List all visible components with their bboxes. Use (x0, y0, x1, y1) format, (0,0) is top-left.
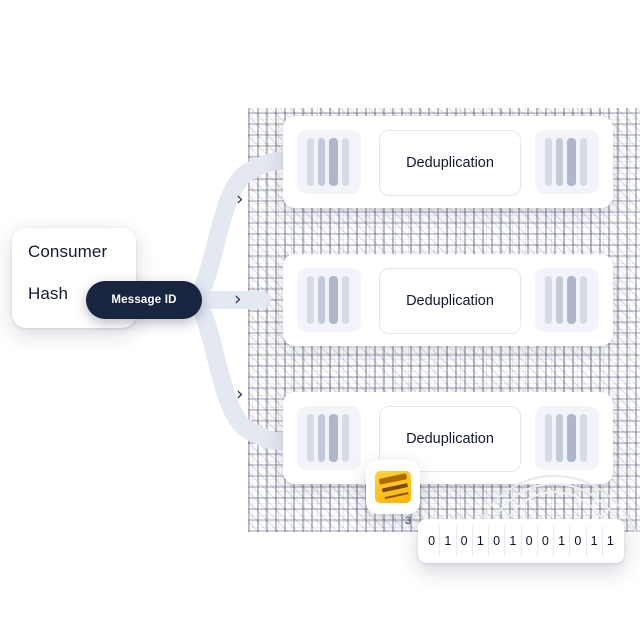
stack-icon (375, 471, 411, 503)
chevron-right-icon-bottom: › (236, 383, 244, 405)
diagram-canvas: Consumer Hash Message ID › › › Deduplica… (0, 0, 640, 636)
binary-bit: 1 (606, 534, 614, 548)
bars-icon-right-1 (535, 130, 599, 194)
binary-bit: 0 (424, 526, 441, 556)
binary-bit: 1 (440, 526, 457, 556)
deduplication-row-3[interactable]: Deduplication (283, 392, 613, 484)
binary-bit: 1 (554, 526, 571, 556)
binary-bit: 1 (587, 526, 603, 556)
deduplication-row-2[interactable]: Deduplication (283, 254, 613, 346)
bars-icon-left-2 (297, 268, 361, 332)
binary-bit: 0 (522, 526, 538, 556)
message-id-pill[interactable]: Message ID (86, 281, 202, 319)
yellow-stack-badge[interactable] (366, 460, 420, 514)
chevron-right-icon-top: › (236, 188, 244, 210)
deduplication-row-1[interactable]: Deduplication (283, 116, 613, 208)
consumer-title: Consumer (28, 242, 108, 261)
bars-icon-right-2 (535, 268, 599, 332)
chevron-right-icon-middle: › (234, 288, 242, 310)
binary-bit: 1 (473, 526, 489, 556)
stray-number-label: 3 (405, 515, 412, 527)
binary-bit: 1 (505, 526, 522, 556)
binary-bit: 0 (570, 526, 587, 556)
binary-bit: 0 (457, 526, 473, 556)
bars-icon-left-1 (297, 130, 361, 194)
noise-mask (248, 92, 640, 108)
binary-bit: 0 (538, 526, 554, 556)
deduplication-label-2: Deduplication (379, 268, 521, 334)
bars-icon-left-3 (297, 406, 361, 470)
bars-icon-right-3 (535, 406, 599, 470)
deduplication-label-1: Deduplication (379, 130, 521, 196)
binary-bit: 0 (489, 526, 506, 556)
binary-strip[interactable]: 0 1 0 1 0 1 0 0 1 0 1 1 (418, 519, 624, 563)
